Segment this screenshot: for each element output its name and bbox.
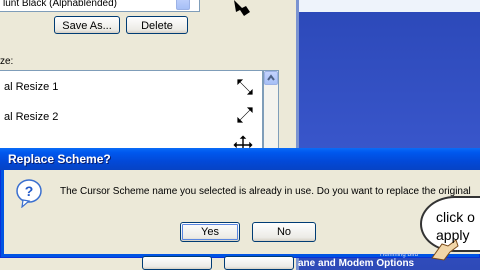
list-item[interactable]: al Resize 1: [0, 77, 58, 97]
customize-label: ze:: [0, 56, 14, 67]
scroll-up-button[interactable]: [264, 71, 278, 85]
dialog-body: [4, 170, 480, 254]
yes-button[interactable]: Yes: [180, 222, 240, 242]
combo-dropdown-button[interactable]: [176, 0, 190, 10]
diagonal-resize-2-icon: [236, 106, 254, 124]
desktop-caption: ane and Modem Options: [298, 258, 415, 269]
cursor-preview-icon: [234, 0, 250, 16]
scheme-combo[interactable]: lunt Black (Alphablended): [0, 0, 200, 12]
diagonal-resize-1-icon: [236, 78, 254, 96]
no-button[interactable]: No: [252, 222, 316, 242]
svg-text:?: ?: [25, 183, 34, 199]
chevron-up-icon: [267, 74, 275, 81]
bottom-button[interactable]: [224, 256, 294, 270]
save-as-button[interactable]: Save As...: [54, 16, 120, 34]
bottom-button[interactable]: [142, 256, 212, 270]
dialog-title: Replace Scheme?: [8, 152, 111, 166]
question-icon: ?: [16, 179, 42, 208]
list-item[interactable]: al Resize 2: [0, 107, 58, 127]
dialog-message: The Cursor Scheme name you selected is a…: [60, 186, 471, 197]
bubble-line-2: apply: [436, 227, 470, 243]
desktop-top-strip: [298, 0, 480, 12]
delete-button[interactable]: Delete: [126, 16, 188, 34]
bubble-line-1: click o: [436, 209, 475, 225]
